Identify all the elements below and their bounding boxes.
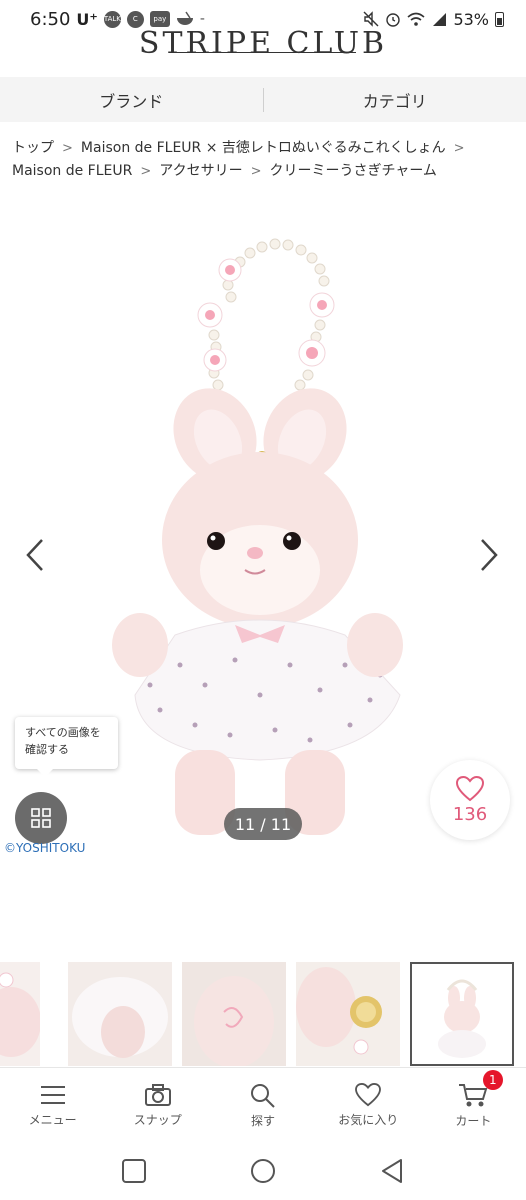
thumbnail-item[interactable] (68, 962, 172, 1066)
talk-notification-icon: TALK (103, 10, 121, 28)
tab-brand[interactable]: ブランド (0, 88, 263, 112)
nav-search-label: 探す (251, 1113, 276, 1128)
copyright-label: ©YOSHITOKU (4, 841, 86, 855)
previous-image-arrow-icon[interactable] (20, 535, 50, 575)
image-grid-button[interactable] (15, 792, 67, 844)
heart-icon (456, 775, 484, 801)
signal-icon (433, 12, 447, 26)
tooltip-line1: すべての画像を (25, 726, 101, 739)
logo-underline (170, 52, 356, 53)
breadcrumb-top[interactable]: トップ (12, 140, 54, 156)
nav-favorites[interactable]: お気に入り (316, 1068, 421, 1142)
bottom-navigation: メニュー スナップ 探す お気に入り カート 1 (0, 1067, 526, 1142)
tooltip-line2: 確認する (25, 743, 69, 756)
bowl-notification-icon (176, 11, 193, 25)
alarm-icon (386, 13, 401, 27)
recent-apps-icon[interactable] (121, 1158, 147, 1184)
like-button[interactable]: 136 (430, 760, 510, 840)
like-count: 136 (452, 803, 488, 825)
flower-beads (197, 258, 335, 372)
heart-icon (355, 1082, 382, 1106)
system-navigation-bar (0, 1141, 526, 1200)
breadcrumb-accessory[interactable]: アクセサリー (159, 163, 242, 179)
wifi-icon (407, 12, 425, 26)
pay-notification-icon: pay (149, 11, 170, 27)
breadcrumb-separator: > (453, 141, 465, 156)
nav-snap[interactable]: スナップ (105, 1068, 210, 1142)
nav-cart[interactable]: カート 1 (421, 1068, 526, 1142)
camera-icon (144, 1083, 171, 1106)
next-image-arrow-icon[interactable] (474, 535, 504, 575)
more-notifications: - (199, 11, 205, 27)
menu-icon (40, 1085, 65, 1104)
tab-category[interactable]: カテゴリ (264, 88, 526, 112)
breadcrumb-separator: > (140, 164, 152, 179)
breadcrumb-brand[interactable]: Maison de FLEUR (12, 163, 132, 179)
battery-icon (495, 11, 504, 27)
nav-search[interactable]: 探す (210, 1068, 315, 1142)
thumbnail-item[interactable] (296, 962, 400, 1066)
image-counter: 11 / 11 (224, 808, 302, 840)
view-all-images-tooltip[interactable]: すべての画像を 確認する (15, 717, 118, 777)
thumbnail-item-active[interactable] (410, 962, 514, 1066)
breadcrumb: トップ > Maison de FLEUR × 吉徳レトロぬいぐるみこれくしょん > … (12, 137, 517, 183)
grid-icon (31, 808, 51, 828)
nav-menu-label: メニュー (28, 1112, 77, 1127)
breadcrumb-separator: > (250, 164, 262, 179)
breadcrumb-collection[interactable]: Maison de FLEUR × 吉徳レトロぬいぐるみこれくしょん (81, 140, 446, 156)
nav-menu[interactable]: メニュー (0, 1068, 105, 1142)
mute-icon (363, 11, 379, 27)
thumbnail-item[interactable] (182, 962, 286, 1066)
thumbnail-item[interactable] (0, 962, 40, 1066)
c-notification-icon: C (126, 10, 144, 28)
thumbnail-strip (0, 960, 526, 1070)
cart-count-badge: 1 (482, 1070, 503, 1090)
product-image-gallery[interactable]: すべての画像を 確認する 11 / 11 ©YOSHITOKU 136 (0, 195, 526, 865)
breadcrumb-product: クリーミーうさぎチャーム (269, 163, 437, 179)
back-icon[interactable] (379, 1158, 405, 1184)
home-icon[interactable] (249, 1157, 277, 1185)
breadcrumb-separator: > (62, 141, 73, 156)
search-icon (251, 1083, 275, 1108)
nav-snap-label: スナップ (133, 1112, 182, 1127)
brand-logo-text: STRIPE CLUB (138, 26, 388, 61)
brand-logo[interactable]: STRIPE CLUB (0, 26, 526, 66)
category-tabbar: ブランド カテゴリ (0, 77, 526, 122)
nav-cart-label: カート (455, 1113, 492, 1128)
nav-favorites-label: お気に入り (338, 1112, 399, 1127)
